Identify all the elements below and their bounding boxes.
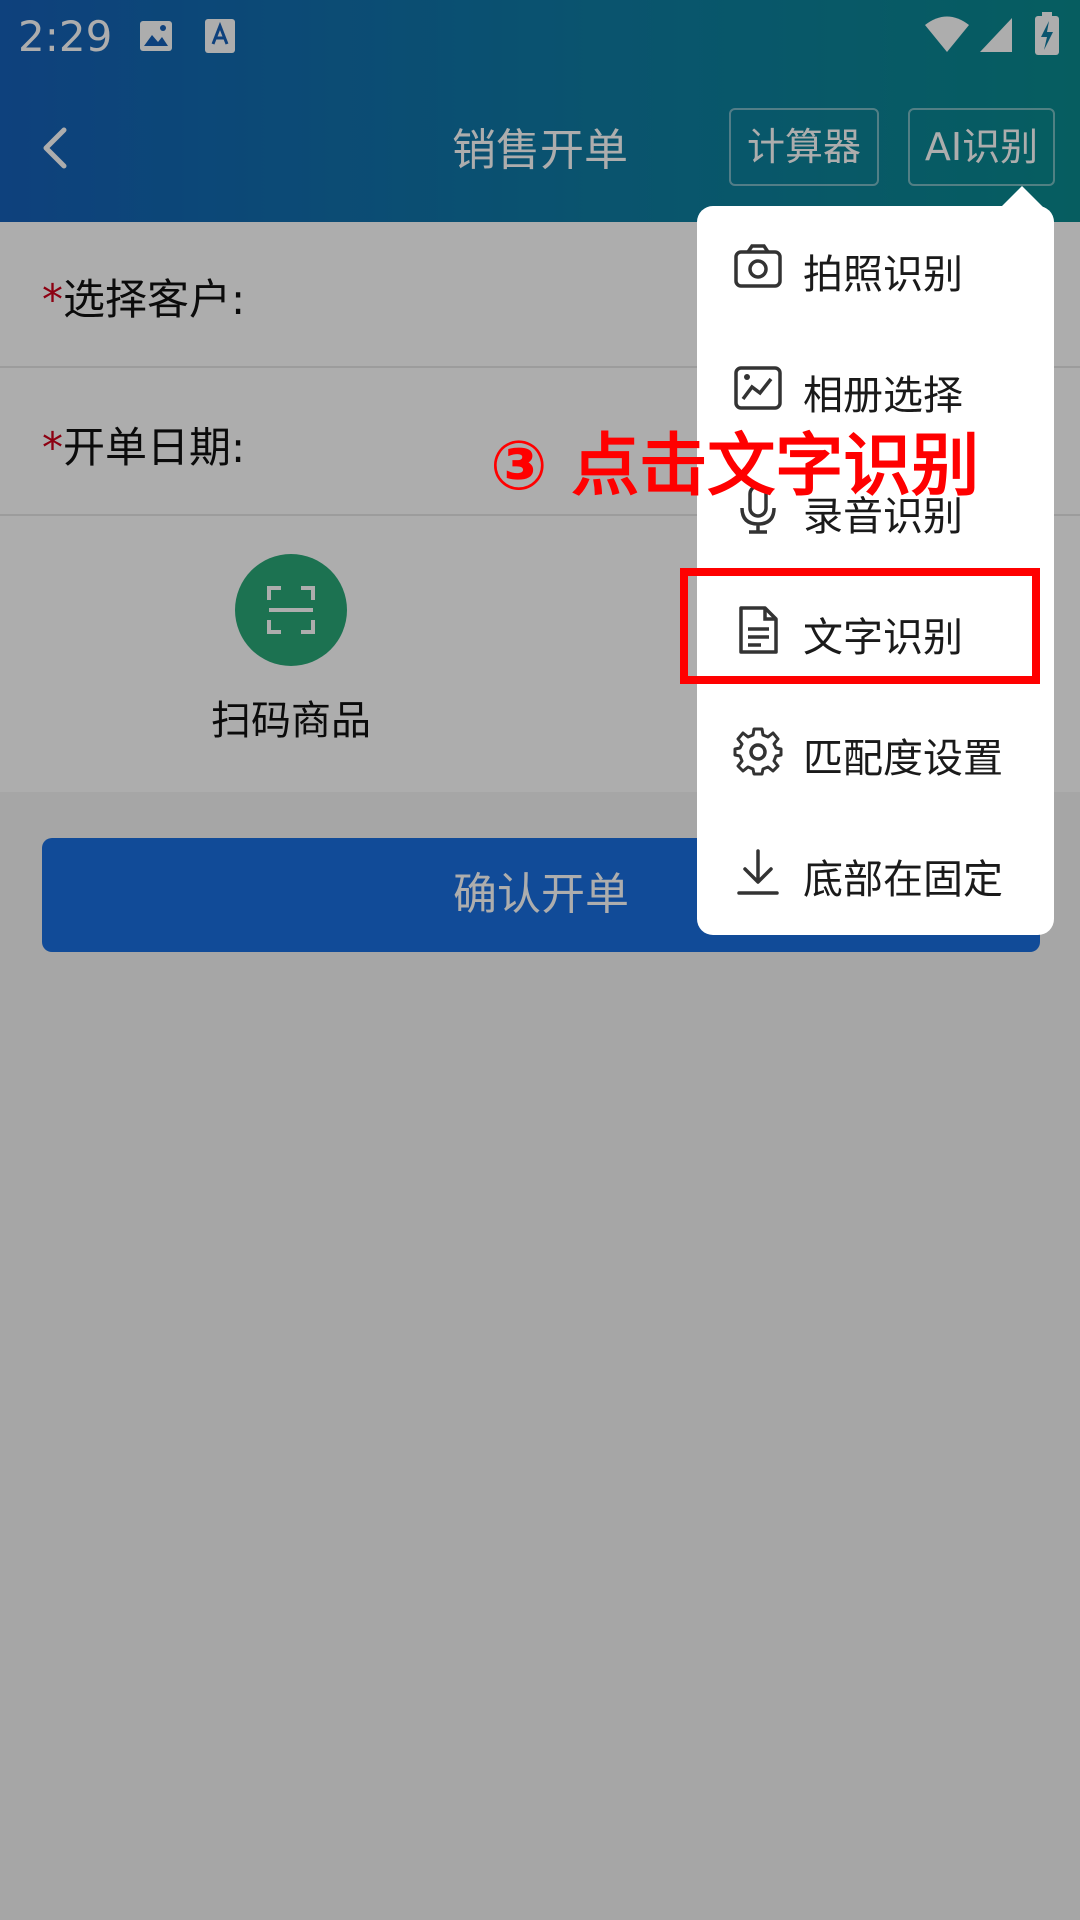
menu-item-label: 底部在固定 xyxy=(803,857,1003,903)
gear-icon xyxy=(733,726,783,776)
popup-pointer xyxy=(1000,186,1044,208)
camera-icon xyxy=(733,242,783,292)
album-icon xyxy=(733,363,783,413)
download-icon xyxy=(733,847,783,897)
highlight-box xyxy=(680,568,1040,684)
menu-item-photo-recognition[interactable]: 拍照识别 xyxy=(697,206,1054,327)
menu-item-label: 拍照识别 xyxy=(803,252,963,298)
menu-item-match-settings[interactable]: 匹配度设置 xyxy=(697,690,1054,811)
menu-item-pin-bottom[interactable]: 底部在固定 xyxy=(697,811,1054,932)
instruction-annotation: ③ 点击文字识别 xyxy=(490,427,980,506)
menu-item-label: 匹配度设置 xyxy=(803,736,1003,782)
